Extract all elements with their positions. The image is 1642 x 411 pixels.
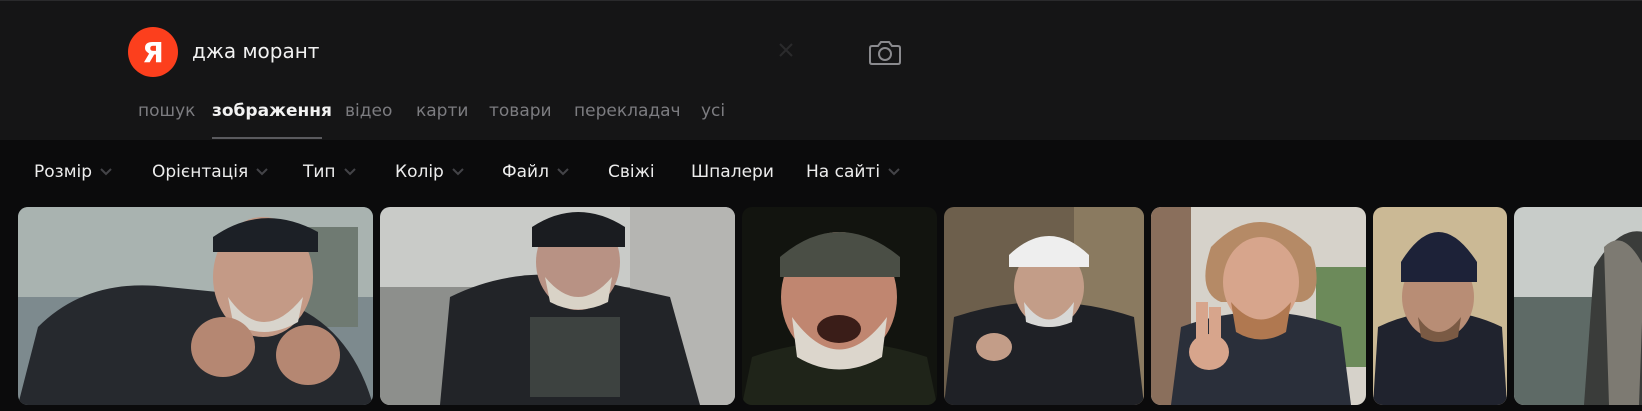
- filter-wallpapers[interactable]: Шпалери: [691, 152, 774, 192]
- filter-label: Колір: [395, 162, 444, 182]
- result-image-7[interactable]: [1514, 207, 1642, 405]
- search-header: Я пошук зображення відео карти товари пе…: [0, 0, 1642, 140]
- camera-icon[interactable]: [868, 37, 902, 67]
- tab-images[interactable]: зображення: [212, 101, 332, 121]
- filter-orientation[interactable]: Орієнтація: [152, 152, 268, 192]
- filter-type[interactable]: Тип: [303, 152, 356, 192]
- result-image-5[interactable]: [1151, 207, 1366, 405]
- chevron-down-icon: [343, 168, 356, 176]
- filter-label: Файл: [502, 162, 549, 182]
- yandex-logo[interactable]: Я: [128, 27, 178, 77]
- search-input[interactable]: [192, 33, 772, 69]
- filter-label: Орієнтація: [152, 162, 249, 182]
- filter-color[interactable]: Колір: [395, 152, 464, 192]
- filter-label: На сайті: [806, 162, 881, 182]
- filter-label: Тип: [303, 162, 336, 182]
- tab-search[interactable]: пошук: [138, 101, 195, 121]
- tab-products[interactable]: товари: [489, 101, 552, 121]
- result-image-1[interactable]: [18, 207, 373, 405]
- result-image-6[interactable]: [1373, 207, 1507, 405]
- filter-size[interactable]: Розмір: [34, 152, 112, 192]
- tab-all[interactable]: усі: [701, 101, 725, 121]
- chevron-down-icon: [452, 168, 464, 176]
- filter-label: Розмір: [34, 162, 93, 182]
- chevron-down-icon: [888, 168, 900, 176]
- close-icon[interactable]: [775, 39, 797, 61]
- filter-on-site[interactable]: На сайті: [806, 152, 900, 192]
- tab-translator[interactable]: перекладач: [574, 101, 681, 121]
- active-tab-indicator: [212, 137, 322, 139]
- filter-fresh[interactable]: Свіжі: [608, 152, 655, 192]
- filter-label: Шпалери: [691, 162, 774, 182]
- result-image-3[interactable]: [742, 207, 937, 405]
- chevron-down-icon: [100, 168, 112, 176]
- tab-video[interactable]: відео: [345, 101, 392, 121]
- result-image-4[interactable]: [944, 207, 1144, 405]
- chevron-down-icon: [557, 168, 569, 176]
- filter-bar: Розмір Орієнтація Тип Колір Файл Свіжі Ш…: [0, 152, 1642, 196]
- chevron-down-icon: [256, 168, 268, 176]
- filter-label: Свіжі: [608, 162, 655, 182]
- filter-file[interactable]: Файл: [502, 152, 569, 192]
- tab-maps[interactable]: карти: [416, 101, 468, 121]
- result-image-2[interactable]: [380, 207, 735, 405]
